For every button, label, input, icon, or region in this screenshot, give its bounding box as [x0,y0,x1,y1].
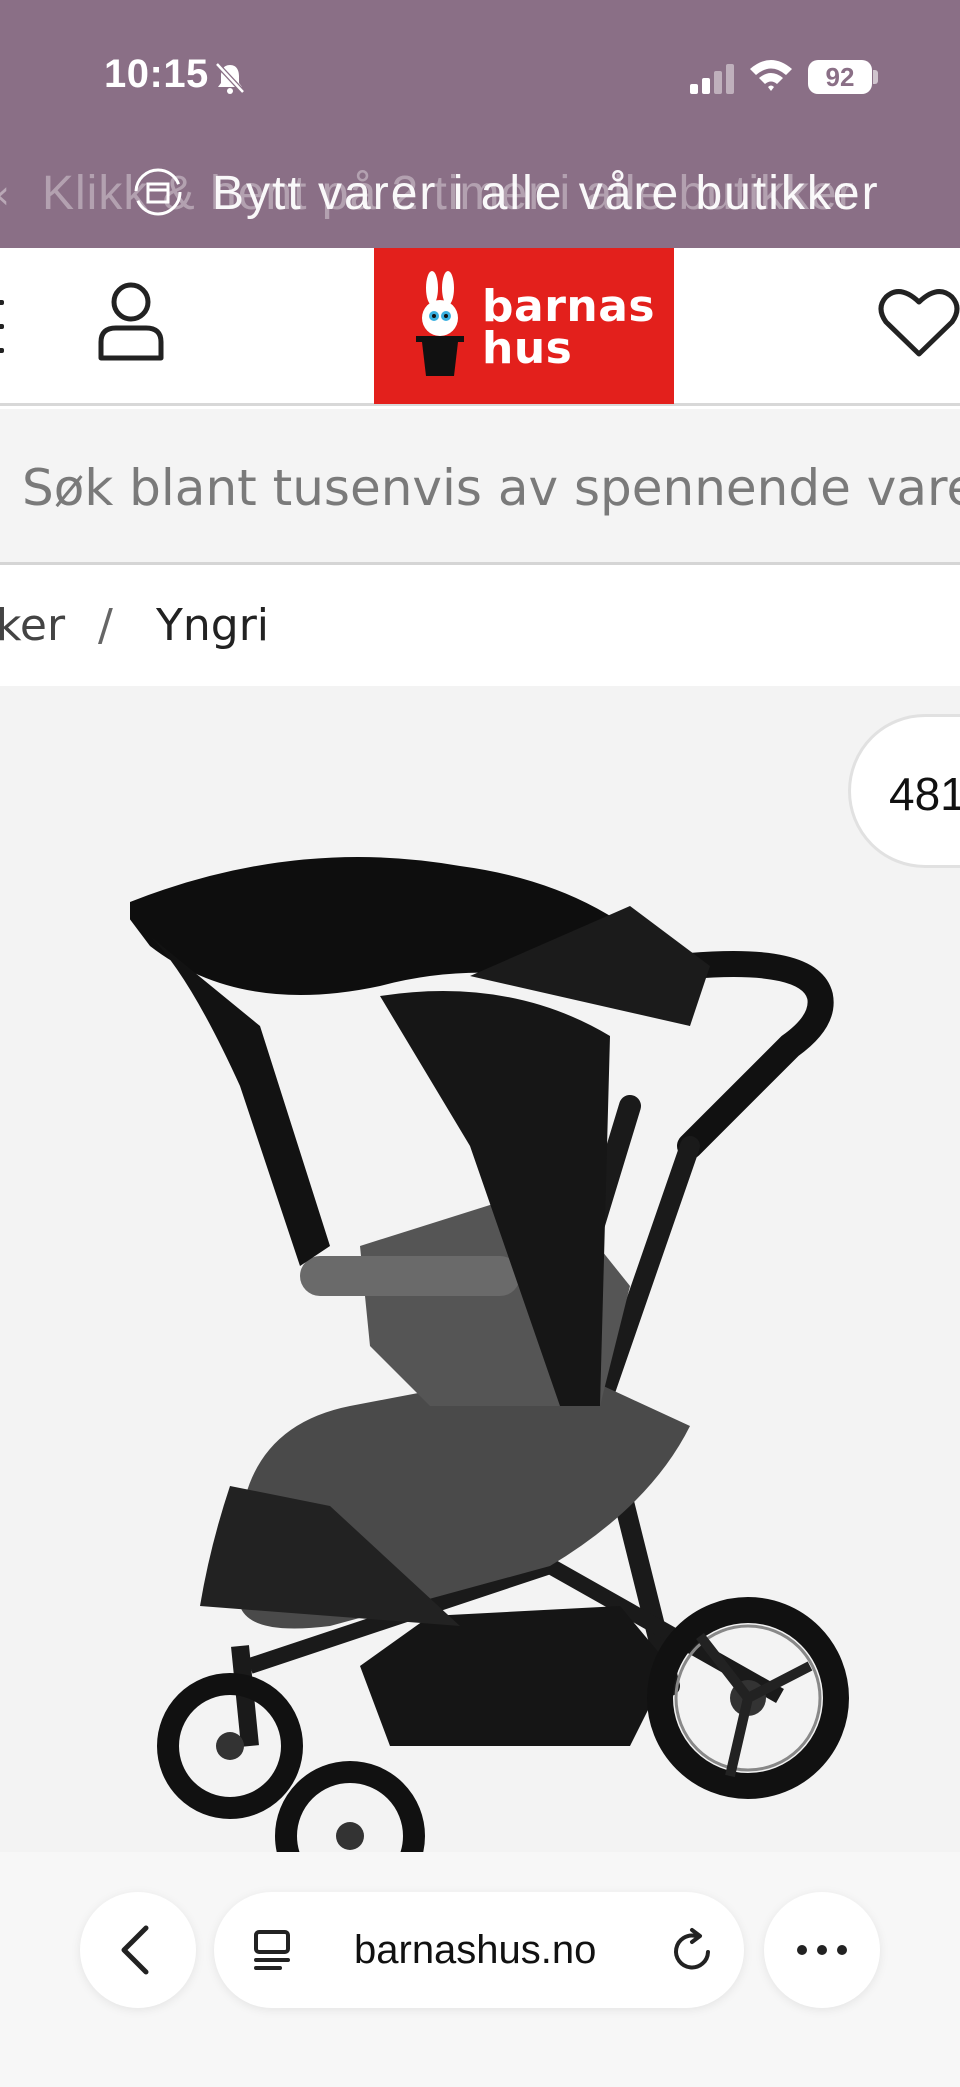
breadcrumb-current[interactable]: Yngri [156,600,269,651]
status-time: 10:15 [104,52,209,96]
battery-indicator: 92 [808,60,872,94]
user-account-icon[interactable] [96,280,166,362]
product-image-area[interactable]: 481 [0,686,960,1852]
site-logo[interactable]: barnas hus [374,248,674,404]
browser-toolbar: barnashus.no [0,1852,960,2087]
promo-prev-icon: ‹ [0,172,10,218]
reload-icon[interactable] [670,1926,716,1974]
bell-slash-icon [215,62,245,94]
bunny-logo-icon [416,271,464,376]
logo-wordmark: barnas hus [482,281,656,374]
exchange-icon [134,168,182,216]
logo-line-2: hus [482,323,573,374]
wifi-icon [750,60,792,91]
search-input[interactable]: Søk blant tusenvis av spennende varer [22,459,960,517]
top-banner: 10:15 92 ‹ Klikk & hent på 2 timer i all… [0,0,960,248]
breadcrumb-previous-link[interactable]: ker [0,600,65,651]
wishlist-heart-icon[interactable] [878,286,960,360]
promo-text[interactable]: Bytt varer i alle våre butikker [212,166,880,221]
logo-line-1: barnas [482,281,656,332]
stroller-product-image [130,857,849,1852]
breadcrumb-separator: / [98,600,113,651]
signal-icon [690,64,734,94]
product-badge[interactable]: 481 [848,714,960,868]
site-header: barnas hus [0,248,960,406]
url-text: barnashus.no [354,1928,597,1972]
browser-back-button[interactable] [80,1892,196,2008]
battery-tip [873,70,878,84]
product-badge-text: 481 [889,768,960,820]
tabs-list-icon [254,1930,290,1970]
search-bar[interactable]: Søk blant tusenvis av spennende varer [0,409,960,565]
chevron-left-icon [121,1925,149,1975]
more-dots-icon [797,1945,847,1955]
address-bar[interactable]: barnashus.no [214,1892,744,2008]
browser-more-button[interactable] [764,1892,880,2008]
menu-icon[interactable] [0,294,6,360]
